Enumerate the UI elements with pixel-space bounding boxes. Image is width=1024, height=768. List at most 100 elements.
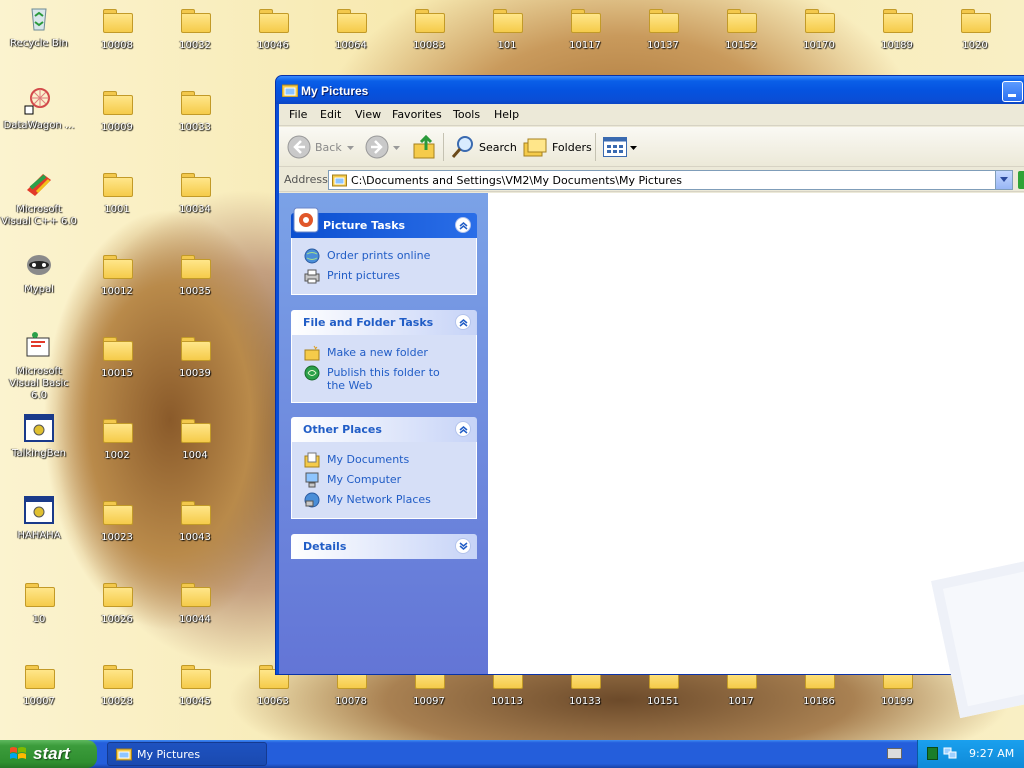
desktop-shortcut-visual-cpp[interactable]: Microsoft Visual C++ 6.0 (0, 168, 78, 228)
desktop-folder[interactable]: 10152 (702, 4, 780, 52)
my-documents-icon (304, 452, 320, 468)
task-link-order-prints[interactable]: Order prints online (304, 246, 466, 266)
folder-icon (649, 9, 679, 33)
folder-content-area[interactable] (488, 193, 1024, 719)
up-folder-icon (413, 134, 435, 159)
desktop-shortcut-visual-basic[interactable]: Microsoft Visual Basic 6.0 (0, 330, 78, 402)
desktop-folder[interactable]: 10064 (312, 4, 390, 52)
desktop-folder[interactable]: 10034 (156, 168, 234, 216)
my-pictures-folder-icon (116, 748, 132, 761)
place-link-my-network[interactable]: My Network Places (304, 490, 466, 510)
menu-edit[interactable]: Edit (320, 108, 341, 121)
keyboard-layout-icon[interactable] (887, 748, 902, 759)
folder-icon (181, 173, 211, 197)
other-places-header[interactable]: Other Places (291, 417, 477, 442)
desktop-folder[interactable]: 10008 (78, 4, 156, 52)
desktop-folder[interactable]: 1020 (936, 4, 1014, 52)
details-header[interactable]: Details (291, 534, 477, 559)
desktop-app-talkingben[interactable]: TalkingBen (0, 412, 78, 460)
menu-favorites[interactable]: Favorites (392, 108, 442, 121)
minimize-button[interactable] (1002, 81, 1023, 102)
desktop-folder[interactable]: 10170 (780, 4, 858, 52)
folder-icon (25, 583, 55, 607)
menu-view[interactable]: View (355, 108, 381, 121)
desktop-folder[interactable]: 10189 (858, 4, 936, 52)
search-button[interactable]: Search (449, 132, 517, 162)
desktop-folder[interactable]: 10007 (0, 660, 78, 708)
go-button[interactable] (1018, 171, 1024, 189)
desktop-shortcut-datawagon[interactable]: DataWagon ... (0, 84, 78, 132)
desktop-folder[interactable]: 10137 (624, 4, 702, 52)
folder-icon (415, 9, 445, 33)
start-button[interactable]: start (0, 740, 97, 768)
place-link-my-documents[interactable]: My Documents (304, 450, 466, 470)
folder-icon (103, 255, 133, 279)
task-link-make-folder[interactable]: Make a new folder (304, 343, 466, 363)
window-titlebar[interactable]: My Pictures (276, 76, 1024, 104)
folder-icon (181, 9, 211, 33)
up-folder-button[interactable] (411, 132, 439, 162)
desktop-app-hahaha[interactable]: HAHAHA (0, 494, 78, 542)
back-arrow-icon (287, 135, 311, 159)
taskbar-button-my-pictures[interactable]: My Pictures (107, 742, 267, 766)
desktop-folder[interactable]: 10043 (156, 496, 234, 544)
standard-toolbar: Back Search Folders (279, 127, 1024, 167)
desktop-folder[interactable]: 10083 (390, 4, 468, 52)
menu-help[interactable]: Help (494, 108, 519, 121)
window-title: My Pictures (301, 84, 369, 98)
picture-tasks-body: Order prints online Print pictures (291, 238, 477, 295)
task-link-publish-folder[interactable]: Publish this folder to the Web (304, 363, 466, 393)
forward-button[interactable] (363, 132, 401, 162)
menu-file[interactable]: File (289, 108, 307, 121)
desktop-folder[interactable]: 1004 (156, 414, 234, 462)
clock[interactable]: 9:27 AM (969, 747, 1014, 760)
desktop-folder[interactable]: 10 (0, 578, 78, 626)
desktop-folder[interactable]: 101 (468, 4, 546, 52)
desktop-shortcut-mypal[interactable]: Mypal (0, 248, 78, 296)
network-tray-icon[interactable] (943, 746, 957, 760)
desktop-folder[interactable]: 1002 (78, 414, 156, 462)
desktop-folder[interactable]: 10032 (156, 4, 234, 52)
desktop-folder[interactable]: 10015 (78, 332, 156, 380)
picture-tasks-header[interactable]: Picture Tasks (291, 207, 477, 238)
chevron-down-icon (347, 146, 354, 150)
desktop-folder[interactable]: 10117 (546, 4, 624, 52)
desktop-folder[interactable]: 10023 (78, 496, 156, 544)
desktop-folder[interactable]: 10026 (78, 578, 156, 626)
my-pictures-folder-icon (332, 174, 347, 187)
menu-tools[interactable]: Tools (453, 108, 480, 121)
desktop-icon-recycle-bin[interactable]: Recycle Bin (0, 2, 78, 50)
back-button[interactable]: Back (285, 132, 354, 162)
folder-icon (883, 9, 913, 33)
desktop-folder[interactable]: 10028 (78, 660, 156, 708)
desktop-folder[interactable]: 1001 (78, 168, 156, 216)
desktop-folder[interactable]: 10039 (156, 332, 234, 380)
folder-icon (103, 91, 133, 115)
address-field[interactable]: C:\Documents and Settings\VM2\My Documen… (328, 170, 1013, 190)
place-link-my-computer[interactable]: My Computer (304, 470, 466, 490)
views-button[interactable] (601, 132, 639, 162)
desktop-folder[interactable]: 10035 (156, 250, 234, 298)
expand-button[interactable] (455, 538, 471, 554)
desktop-folder[interactable]: 10012 (78, 250, 156, 298)
desktop-folder[interactable]: 10044 (156, 578, 234, 626)
address-dropdown-button[interactable] (995, 171, 1012, 189)
double-chevron-up-icon (459, 426, 468, 434)
file-folder-tasks-header[interactable]: File and Folder Tasks (291, 310, 477, 335)
details-panel: Details (291, 534, 477, 559)
folder-icon (259, 9, 289, 33)
double-chevron-up-icon (459, 319, 468, 327)
folder-icon (25, 665, 55, 689)
desktop-folder[interactable]: 10009 (78, 86, 156, 134)
desktop-folder[interactable]: 10046 (234, 4, 312, 52)
desktop-folder[interactable]: 10033 (156, 86, 234, 134)
taskbar: start My Pictures 9:27 AM (0, 740, 1024, 768)
folders-button[interactable]: Folders (521, 132, 592, 162)
tray-app-icon[interactable] (927, 747, 938, 760)
folder-icon (181, 501, 211, 525)
task-link-print-pictures[interactable]: Print pictures (304, 266, 466, 286)
desktop-folder[interactable]: 10045 (156, 660, 234, 708)
collapse-button[interactable] (455, 314, 471, 330)
collapse-button[interactable] (455, 217, 471, 233)
collapse-button[interactable] (455, 421, 471, 437)
